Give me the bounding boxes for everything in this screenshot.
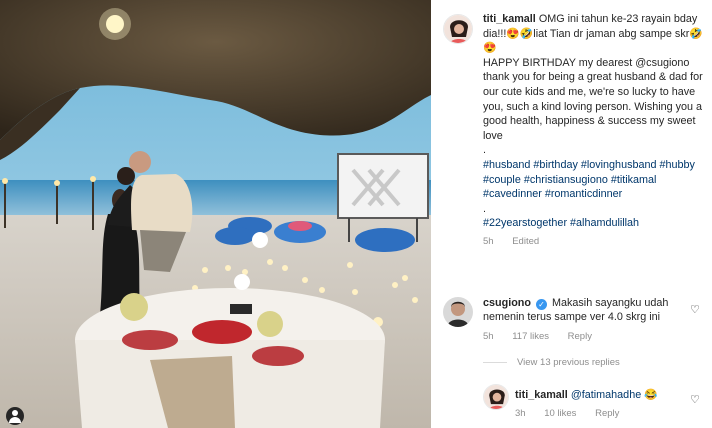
comments-pane: titi_kamall OMG ini tahun ke-23 rayain b… — [431, 0, 712, 428]
view-replies-label: View 13 previous replies — [517, 357, 620, 368]
comment-meta: 5h 117 likes Reply — [483, 330, 693, 344]
reply-item: titi_kamall @fatimahadhe 😂 3h 10 likes R… — [515, 388, 685, 422]
caption-separator: . — [483, 202, 486, 215]
caption-time[interactable]: 5h — [483, 236, 494, 247]
comment-username[interactable]: csugiono — [483, 297, 531, 309]
photo-illustration — [0, 0, 431, 428]
author-avatar[interactable] — [443, 14, 473, 44]
reply-likes[interactable]: 10 likes — [544, 408, 576, 419]
comment-item: csugiono ✓ Makasih sayangku udah nemenin… — [483, 296, 693, 344]
caption-hashtags[interactable]: #husband #birthday #lovinghusband #hubby… — [483, 158, 705, 202]
reply-avatar[interactable] — [483, 384, 509, 410]
caption-meta: 5h Edited — [483, 235, 705, 250]
caption-line-3: . — [483, 144, 486, 157]
tagged-user-icon[interactable] — [6, 407, 24, 425]
reply-emoji: 😂 — [644, 389, 658, 401]
heart-outline-icon[interactable]: ♡ — [690, 395, 701, 406]
heart-outline-icon[interactable]: ♡ — [690, 305, 701, 316]
reply-reply-button[interactable]: Reply — [595, 408, 619, 419]
post-photo[interactable] — [0, 0, 431, 428]
view-replies-button[interactable]: View 13 previous replies — [483, 357, 620, 368]
post-caption: titi_kamall OMG ini tahun ke-23 rayain b… — [483, 12, 705, 250]
reply-time[interactable]: 3h — [515, 408, 526, 419]
comment-time[interactable]: 5h — [483, 331, 494, 342]
verified-badge-icon: ✓ — [536, 299, 547, 310]
commenter-avatar[interactable] — [443, 297, 473, 327]
comment-reply-button[interactable]: Reply — [568, 331, 592, 342]
commenter-avatar-image — [443, 297, 473, 327]
reply-avatar-image — [484, 385, 508, 409]
caption-hashtags-2[interactable]: #22yearstogether #alhamdulillah — [483, 216, 705, 231]
view-replies-divider — [483, 362, 507, 363]
caption-username[interactable]: titi_kamall — [483, 13, 536, 25]
comment-likes[interactable]: 117 likes — [512, 331, 549, 342]
reply-mention[interactable]: @fatimahadhe — [571, 389, 641, 401]
author-avatar-image — [444, 15, 472, 43]
caption-line-2: HAPPY BIRTHDAY my dearest @csugiono than… — [483, 56, 703, 142]
reply-username[interactable]: titi_kamall — [515, 389, 568, 401]
caption-edited: Edited — [512, 235, 540, 247]
reply-meta: 3h 10 likes Reply — [515, 407, 685, 421]
